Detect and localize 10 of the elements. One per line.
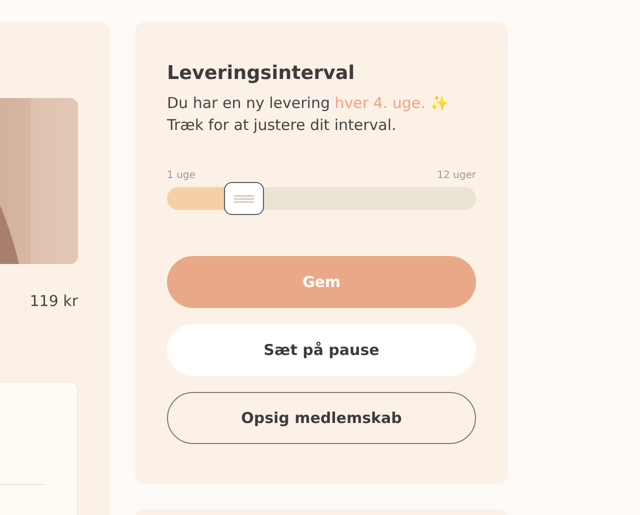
grip-icon [234, 194, 254, 202]
max-label: 12 uger [437, 170, 476, 181]
slider[interactable] [167, 182, 476, 215]
pause-button[interactable]: Sæt på pause [167, 324, 476, 376]
card-title: Leveringsinterval [167, 62, 356, 84]
min-label: 1 uge [167, 170, 196, 181]
cancel-button[interactable]: Opsig medlemskab [167, 392, 476, 444]
slider-handle[interactable] [224, 182, 264, 215]
price: 119 kr [30, 292, 78, 312]
description: Du har en ny levering hver 4. uge. ✨ Træk for at justere dit interval. [167, 93, 450, 136]
